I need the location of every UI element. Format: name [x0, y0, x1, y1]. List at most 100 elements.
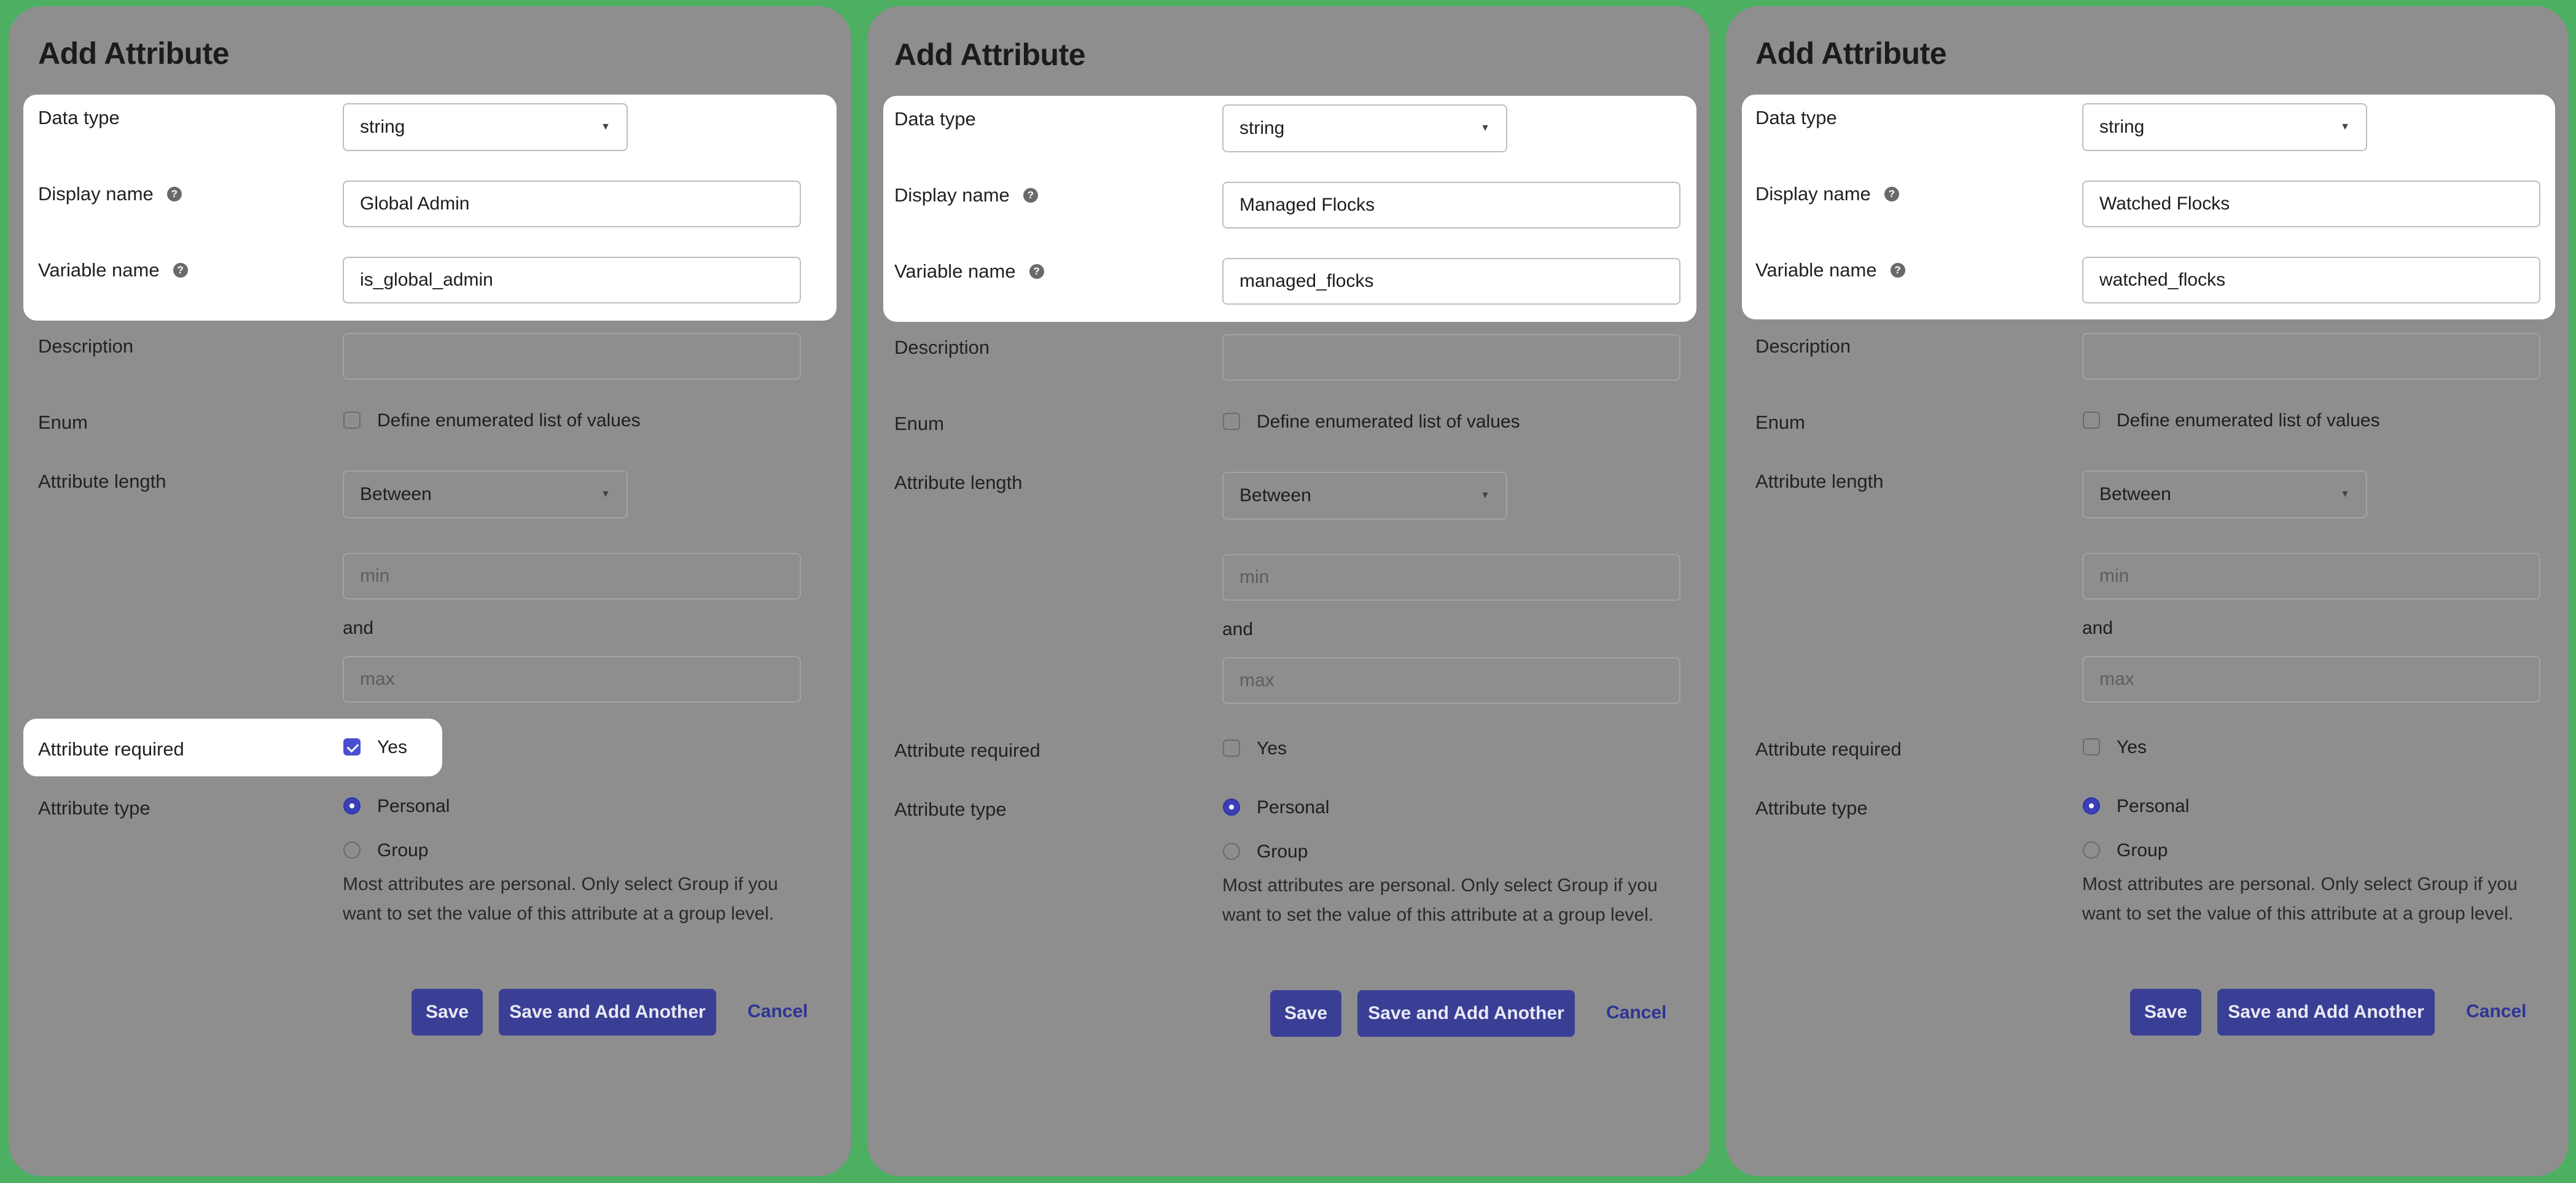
attribute-type-personal-radio[interactable] [343, 797, 361, 814]
attribute-length-label: Attribute length [894, 472, 1023, 493]
data-type-select[interactable]: string ▼ [343, 103, 628, 151]
variable-name-label: Variable name ? [38, 259, 188, 281]
description-input[interactable] [1222, 334, 1680, 381]
add-attribute-panel-3: Add Attribute Data type string ▼ Display… [1726, 6, 2569, 1176]
attribute-type-group-radio[interactable] [2083, 841, 2100, 859]
display-name-input[interactable]: Managed Flocks [1222, 182, 1680, 228]
save-button[interactable]: Save [412, 989, 483, 1036]
display-name-label: Display name ? [1755, 183, 1899, 205]
attribute-required-checkbox[interactable] [343, 738, 361, 755]
attribute-required-label: Attribute required [894, 740, 1040, 761]
max-length-input[interactable]: max [1222, 657, 1680, 704]
description-label: Description [1755, 335, 1851, 357]
enum-checkbox[interactable] [1223, 413, 1240, 430]
question-circle-icon[interactable]: ? [173, 263, 188, 278]
data-type-select[interactable]: string ▼ [2082, 103, 2367, 151]
enum-label: Enum [38, 412, 88, 433]
attribute-type-group-radio[interactable] [1223, 843, 1240, 860]
attribute-type-group-label: Group [2117, 840, 2168, 861]
save-button[interactable]: Save [2130, 989, 2201, 1036]
variable-name-label-text: Variable name [38, 259, 160, 281]
and-label: and [343, 618, 374, 638]
attribute-type-note: Most attributes are personal. Only selec… [343, 874, 778, 924]
attribute-required-checkbox[interactable] [2083, 738, 2100, 755]
attribute-type-label: Attribute type [1755, 797, 1868, 819]
variable-name-label-text: Variable name [1755, 259, 1877, 281]
attribute-length-label: Attribute length [38, 470, 166, 492]
attribute-type-label: Attribute type [38, 797, 150, 819]
enum-checkbox[interactable] [2083, 412, 2100, 429]
save-and-add-another-button[interactable]: Save and Add Another [1357, 990, 1575, 1037]
data-type-value: string [1239, 118, 1285, 138]
save-button[interactable]: Save [1270, 990, 1341, 1037]
data-type-value: string [2099, 117, 2145, 137]
description-label: Description [38, 335, 134, 357]
variable-name-input[interactable]: watched_flocks [2082, 257, 2540, 303]
add-attribute-panel-1: Add Attribute Data type string ▼ Display… [9, 6, 851, 1176]
enum-option-label: Define enumerated list of values [1257, 412, 1520, 432]
attribute-length-value: Between [1239, 485, 1311, 506]
attribute-length-select[interactable]: Between ▼ [1222, 472, 1507, 520]
question-circle-icon[interactable]: ? [1890, 263, 1905, 278]
attribute-type-personal-label: Personal [377, 796, 450, 816]
attribute-type-group-label: Group [1257, 841, 1308, 862]
attribute-required-checkbox[interactable] [1223, 740, 1240, 757]
data-type-label: Data type [894, 108, 976, 130]
attribute-type-personal-radio[interactable] [2083, 797, 2100, 814]
attribute-type-personal-radio[interactable] [1223, 798, 1240, 816]
min-length-input[interactable]: min [343, 553, 801, 599]
cancel-link[interactable]: Cancel [747, 1001, 808, 1022]
chevron-down-icon: ▼ [2340, 489, 2350, 499]
data-type-select[interactable]: string ▼ [1222, 104, 1507, 152]
question-circle-icon[interactable]: ? [1029, 264, 1044, 279]
variable-name-label: Variable name ? [894, 260, 1044, 283]
enum-label: Enum [1755, 412, 1805, 433]
min-length-input[interactable]: min [2082, 553, 2540, 599]
attribute-required-option-label: Yes [2117, 737, 2147, 757]
data-type-value: string [360, 117, 405, 137]
attribute-type-personal-label: Personal [2117, 796, 2190, 816]
attribute-length-value: Between [2099, 484, 2171, 504]
enum-option-label: Define enumerated list of values [377, 410, 641, 431]
attribute-required-option-label: Yes [1257, 738, 1287, 759]
attribute-required-label: Attribute required [1755, 738, 1902, 760]
enum-checkbox[interactable] [343, 412, 361, 429]
attribute-required-option-label: Yes [377, 737, 407, 757]
attribute-type-group-radio[interactable] [343, 841, 361, 859]
question-circle-icon[interactable]: ? [1023, 188, 1038, 203]
data-type-label: Data type [38, 107, 120, 128]
attribute-length-select[interactable]: Between ▼ [2082, 470, 2367, 518]
variable-name-input[interactable]: managed_flocks [1222, 258, 1680, 305]
and-label: and [2082, 618, 2113, 638]
and-label: and [1222, 619, 1254, 639]
description-input[interactable] [343, 333, 801, 380]
enum-option-label: Define enumerated list of values [2117, 410, 2380, 431]
save-and-add-another-button[interactable]: Save and Add Another [2217, 989, 2435, 1036]
attribute-type-label: Attribute type [894, 798, 1007, 820]
display-name-label-text: Display name [38, 183, 154, 205]
panel-title: Add Attribute [38, 36, 230, 71]
variable-name-input[interactable]: is_global_admin [343, 257, 801, 303]
display-name-input[interactable]: Watched Flocks [2082, 181, 2540, 227]
enum-label: Enum [894, 413, 944, 434]
display-name-input[interactable]: Global Admin [343, 181, 801, 227]
question-circle-icon[interactable]: ? [166, 187, 182, 201]
attribute-length-select[interactable]: Between ▼ [343, 470, 628, 518]
chevron-down-icon: ▼ [1480, 490, 1490, 501]
save-and-add-another-button[interactable]: Save and Add Another [499, 989, 716, 1036]
cancel-link[interactable]: Cancel [1606, 1002, 1666, 1023]
description-label: Description [894, 337, 990, 358]
max-length-input[interactable]: max [2082, 656, 2540, 703]
attribute-type-personal-label: Personal [1257, 797, 1330, 818]
description-input[interactable] [2082, 333, 2540, 380]
display-name-label-text: Display name [894, 184, 1010, 206]
cancel-link[interactable]: Cancel [2466, 1001, 2526, 1022]
display-name-label: Display name ? [38, 183, 182, 205]
attribute-length-label: Attribute length [1755, 470, 1884, 492]
max-length-input[interactable]: max [343, 656, 801, 703]
question-circle-icon[interactable]: ? [1884, 187, 1899, 201]
chevron-down-icon: ▼ [1480, 123, 1490, 133]
min-length-input[interactable]: min [1222, 554, 1680, 601]
attribute-type-group-label: Group [377, 840, 429, 861]
attribute-length-value: Between [360, 484, 432, 504]
